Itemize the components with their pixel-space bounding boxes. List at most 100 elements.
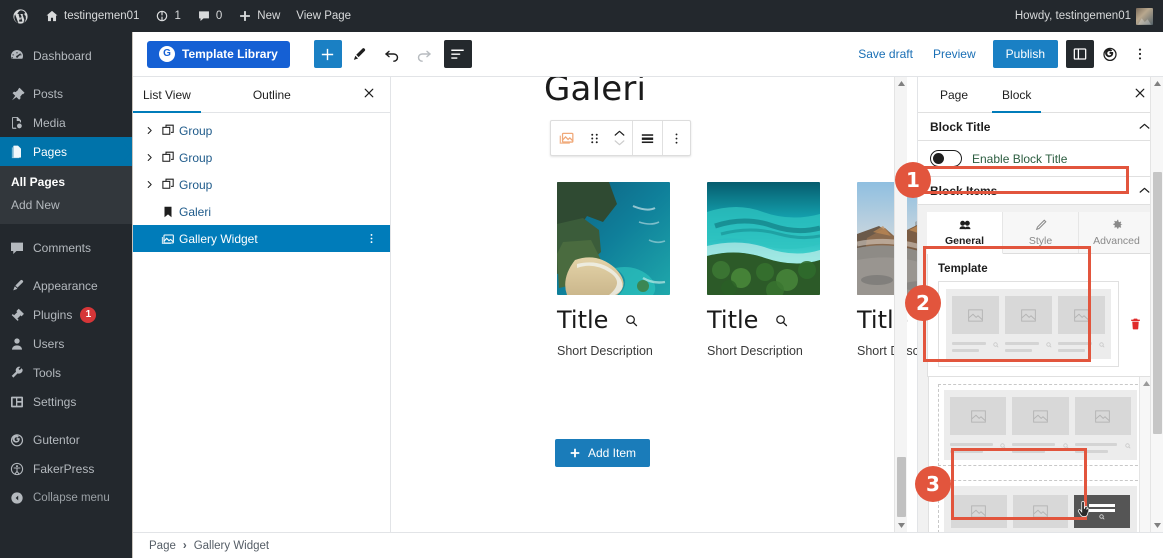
gallery-item-description[interactable]: Short Description [557, 343, 685, 360]
block-options-button[interactable] [663, 121, 690, 155]
edit-tool-button[interactable] [346, 40, 374, 68]
template-library-label: Template Library [182, 47, 278, 61]
new-content-menu[interactable]: New [230, 0, 288, 32]
scroll-down-arrow-icon[interactable] [1151, 519, 1163, 532]
sidebar-item-collapse-menu[interactable]: Collapse menu [0, 483, 132, 512]
tab-block[interactable]: Block [992, 77, 1041, 113]
enable-block-title-toggle[interactable] [930, 150, 962, 167]
gallery-item-title[interactable]: Title [557, 308, 608, 332]
block-title-panel-header[interactable]: Block Title [918, 113, 1163, 141]
template-option-2[interactable] [929, 473, 1152, 534]
comments-menu[interactable]: 0 [189, 0, 230, 32]
block-items-panel-header[interactable]: Block Items [918, 177, 1163, 205]
my-account-menu[interactable]: Howdy, testingemen01 [1007, 0, 1163, 32]
sidebar-item-pages[interactable]: Pages [0, 137, 132, 166]
chevron-right-icon[interactable] [141, 180, 157, 189]
sidebar-item-label: Posts [33, 86, 64, 101]
view-page-link[interactable]: View Page [288, 0, 359, 32]
scroll-up-arrow-icon[interactable] [1151, 77, 1163, 90]
search-icon[interactable] [624, 313, 639, 328]
drag-handle-button[interactable] [582, 121, 607, 155]
tab-style[interactable]: Style [1003, 212, 1079, 253]
sidebar-item-dashboard[interactable]: Dashboard [0, 41, 132, 70]
site-name-menu[interactable]: testingemen01 [37, 0, 147, 32]
move-up-down-button[interactable] [607, 121, 632, 155]
block-type-button[interactable] [551, 121, 582, 155]
list-item-gallery-widget[interactable]: Gallery Widget [133, 225, 390, 252]
sidebar-item-posts[interactable]: Posts [0, 79, 132, 108]
scroll-down-arrow-icon[interactable] [895, 519, 908, 532]
enable-block-title-row[interactable]: Enable Block Title [930, 150, 1151, 167]
search-icon[interactable] [774, 313, 789, 328]
list-item-group-3[interactable]: Group [133, 171, 390, 198]
list-view-panel: List View Outline Group Group Group Gale… [133, 77, 391, 532]
template-library-button[interactable]: G Template Library [147, 40, 290, 68]
gallery-item[interactable]: Title Short Description [557, 182, 685, 360]
save-draft-button[interactable]: Save draft [849, 40, 922, 68]
template-options-list[interactable] [928, 377, 1153, 535]
tab-page[interactable]: Page [930, 77, 978, 113]
image-placeholder-icon [951, 495, 1007, 528]
settings-tabs: Page Block [918, 77, 1163, 113]
thumb-caption-row [1005, 338, 1052, 352]
preview-button[interactable]: Preview [924, 40, 985, 68]
list-item-label: Group [179, 150, 213, 165]
list-item-group-1[interactable]: Group [133, 117, 390, 144]
tab-general[interactable]: General [927, 212, 1003, 254]
chevron-right-icon[interactable] [141, 126, 157, 135]
tab-advanced[interactable]: Advanced [1079, 212, 1154, 253]
gallery-item-image[interactable] [707, 182, 820, 295]
align-button[interactable] [633, 121, 662, 155]
sidebar-item-settings[interactable]: Settings [0, 387, 132, 416]
redo-button[interactable] [410, 40, 438, 68]
scroll-up-arrow-icon[interactable] [895, 77, 907, 90]
wp-logo-menu[interactable] [0, 0, 37, 32]
sidebar-item-appearance[interactable]: Appearance [0, 271, 132, 300]
page-heading[interactable]: Galeri [544, 77, 646, 109]
sidebar-item-users[interactable]: Users [0, 329, 132, 358]
thumb-line [1058, 342, 1093, 345]
gallery-item-title[interactable]: Title [707, 308, 758, 332]
breadcrumb-current[interactable]: Gallery Widget [194, 540, 269, 552]
template-option-frame [938, 480, 1143, 534]
sidebar-item-gutentor[interactable]: Gutentor [0, 425, 132, 454]
search-icon [993, 342, 999, 348]
sidebar-item-tools[interactable]: Tools [0, 358, 132, 387]
list-view-button[interactable] [443, 40, 472, 68]
template-option-1[interactable] [929, 377, 1152, 473]
list-item-group-2[interactable]: Group [133, 144, 390, 171]
add-block-button[interactable] [313, 40, 342, 68]
settings-sidebar-toggle[interactable] [1066, 40, 1094, 68]
list-item-options-button[interactable] [365, 232, 378, 248]
sidebar-item-comments[interactable]: Comments [0, 233, 132, 262]
breadcrumb-parent[interactable]: Page [149, 540, 176, 552]
submenu-item-all-pages[interactable]: All Pages [0, 171, 132, 194]
gallery-item-image[interactable] [557, 182, 670, 295]
chevron-right-icon[interactable] [141, 153, 157, 162]
tab-outline[interactable]: Outline [243, 77, 301, 113]
more-options-button[interactable] [1126, 40, 1154, 68]
settings-sidebar-scrollbar[interactable] [1150, 77, 1163, 532]
gallery-item-description[interactable]: Short Description [707, 343, 835, 360]
sidebar-item-fakerpress[interactable]: FakerPress [0, 454, 132, 483]
tab-list-view[interactable]: List View [133, 77, 201, 113]
template-selected-preview[interactable] [938, 281, 1119, 367]
gutentor-options-button[interactable] [1096, 40, 1124, 68]
submenu-item-add-new[interactable]: Add New [0, 194, 132, 217]
delete-template-button[interactable] [1127, 317, 1143, 331]
menu-top-gap [0, 32, 132, 41]
step-badge-2: 2 [905, 285, 941, 321]
undo-button[interactable] [378, 40, 406, 68]
add-item-button[interactable]: Add Item [555, 439, 651, 467]
sidebar-item-media[interactable]: Media [0, 108, 132, 137]
template-thumbnail [944, 390, 1137, 460]
publish-button[interactable]: Publish [992, 40, 1058, 68]
canvas-scroll-thumb[interactable] [897, 457, 906, 517]
settings-scroll-thumb[interactable] [1153, 172, 1162, 434]
close-settings-button[interactable] [1133, 86, 1151, 104]
close-list-view-button[interactable] [362, 86, 380, 104]
updates-menu[interactable]: 1 [147, 0, 188, 32]
list-item-galeri[interactable]: Galeri [133, 198, 390, 225]
gallery-item[interactable]: Title Short Description [707, 182, 835, 360]
sidebar-item-plugins[interactable]: Plugins 1 [0, 300, 132, 329]
